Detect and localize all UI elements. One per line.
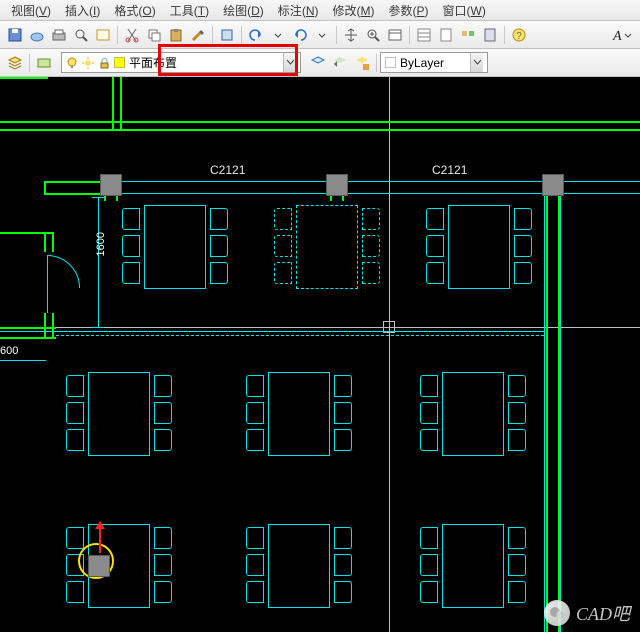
block-icon[interactable]	[216, 24, 238, 46]
window-tag: C2121	[432, 163, 467, 177]
watermark: CAD吧	[544, 600, 630, 626]
layer-color-icon	[114, 57, 125, 68]
column	[326, 174, 348, 196]
dim-1600: 1600	[95, 232, 107, 256]
drawing-canvas[interactable]: C2121 C2121 1600 600	[0, 77, 640, 632]
publish-icon[interactable]	[92, 24, 114, 46]
menu-tools[interactable]: 工具(T)	[163, 0, 216, 21]
column-selected	[88, 555, 110, 577]
preview-icon[interactable]	[70, 24, 92, 46]
desk	[442, 372, 504, 456]
menu-draw[interactable]: 绘图(D)	[216, 0, 271, 21]
toolbar-sep	[504, 26, 505, 44]
toolbar-sep	[241, 26, 242, 44]
menu-bar: 视图(V) 插入(I) 格式(O) 工具(T) 绘图(D) 标注(N) 修改(M…	[0, 0, 640, 21]
toolbar-sep	[376, 54, 377, 72]
match-icon[interactable]	[187, 24, 209, 46]
layer-manager-icon[interactable]	[4, 52, 26, 74]
cloud-icon[interactable]	[26, 24, 48, 46]
tool-icon[interactable]	[457, 24, 479, 46]
desk	[442, 524, 504, 608]
crosshair-v	[389, 77, 390, 632]
toolbar-sep	[409, 26, 410, 44]
desk	[268, 524, 330, 608]
menu-format[interactable]: 格式(O)	[107, 0, 162, 21]
zoom-icon[interactable]	[362, 24, 384, 46]
color-swatch-icon	[385, 57, 396, 68]
copy-icon[interactable]	[143, 24, 165, 46]
toolbar-sep	[29, 54, 30, 72]
dropdown-icon[interactable]	[267, 24, 289, 46]
undo-icon[interactable]	[245, 24, 267, 46]
layer-dropdown[interactable]: 平面布置	[61, 52, 301, 73]
lock-icon	[98, 57, 110, 69]
desk	[448, 205, 510, 289]
menu-modify[interactable]: 修改(M)	[325, 0, 381, 21]
color-dropdown[interactable]: ByLayer	[380, 52, 488, 73]
qcalc-icon[interactable]	[479, 24, 501, 46]
svg-text:?: ?	[516, 31, 522, 42]
menu-window[interactable]: 窗口(W)	[436, 0, 493, 21]
menu-dim[interactable]: 标注(N)	[271, 0, 326, 21]
layer-states-icon[interactable]	[33, 52, 55, 74]
paste-icon[interactable]	[165, 24, 187, 46]
menu-view[interactable]: 视图(V)	[4, 0, 58, 21]
dropdown-arrow-icon[interactable]	[470, 53, 483, 72]
dropdown-icon[interactable]	[311, 24, 333, 46]
standard-toolbar: ? A	[0, 21, 640, 49]
save-icon[interactable]	[4, 24, 26, 46]
dim-600: 600	[0, 345, 18, 357]
svg-text:A: A	[612, 29, 622, 43]
desk	[88, 372, 150, 456]
sheet-icon[interactable]	[435, 24, 457, 46]
redo-icon[interactable]	[289, 24, 311, 46]
wechat-icon	[544, 600, 570, 626]
text-style-icon[interactable]: A	[608, 24, 636, 46]
watermark-text: CAD吧	[576, 600, 630, 626]
help-icon[interactable]: ?	[508, 24, 530, 46]
plot-icon[interactable]	[48, 24, 70, 46]
desk-dashed	[296, 205, 358, 289]
toolbar-sep	[336, 26, 337, 44]
pan-icon[interactable]	[340, 24, 362, 46]
column	[542, 174, 564, 196]
desk	[144, 205, 206, 289]
column	[100, 174, 122, 196]
props-icon[interactable]	[413, 24, 435, 46]
layers-toolbar: 平面布置 ByLayer	[0, 49, 640, 77]
menu-insert[interactable]: 插入(I)	[58, 0, 107, 21]
toolbar-sep	[212, 26, 213, 44]
bulb-icon	[66, 57, 78, 69]
cut-icon[interactable]	[121, 24, 143, 46]
dropdown-arrow-icon[interactable]	[283, 53, 296, 72]
sun-icon	[82, 57, 94, 69]
window-tag: C2121	[210, 163, 245, 177]
desk	[268, 372, 330, 456]
layer-name: 平面布置	[129, 54, 177, 71]
toolbar-sep	[117, 26, 118, 44]
red-arrow-icon	[94, 519, 106, 553]
window-icon[interactable]	[384, 24, 406, 46]
layer-filter-icon[interactable]	[307, 52, 329, 74]
color-label: ByLayer	[400, 56, 444, 70]
layer-previous-icon[interactable]	[329, 52, 351, 74]
menu-param[interactable]: 参数(P)	[382, 0, 436, 21]
layer-iso-icon[interactable]	[351, 52, 373, 74]
